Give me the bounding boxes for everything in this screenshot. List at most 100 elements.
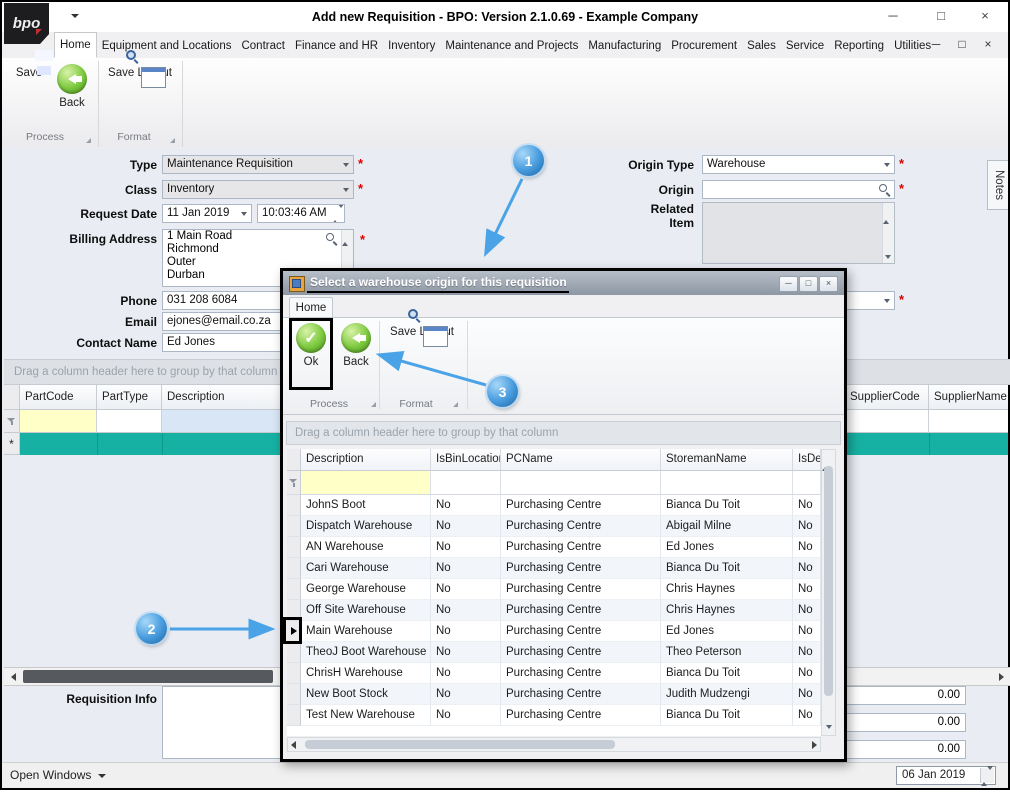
ribbon-tab-finance-and-hr[interactable]: Finance and HR xyxy=(290,34,383,58)
maximize-button[interactable]: □ xyxy=(926,8,956,23)
column-header-parttype[interactable]: PartType xyxy=(97,385,162,410)
chevron-down-icon[interactable] xyxy=(241,212,247,216)
ribbon-minimize-button[interactable]: ─ xyxy=(926,37,946,51)
grid-cell[interactable]: No xyxy=(793,663,821,684)
scroll-down-icon[interactable] xyxy=(826,725,832,729)
dialog-column-isbinlocation[interactable]: IsBinLocation xyxy=(431,449,501,471)
grid-cell[interactable]: Main Warehouse xyxy=(301,621,431,642)
warehouse-row[interactable]: Off Site Warehouse No Purchasing Centre Chr… xyxy=(287,600,821,621)
grid-cell[interactable]: Purchasing Centre xyxy=(501,621,661,642)
scroll-right-icon[interactable] xyxy=(812,741,817,749)
dialog-filter-isbinlocation[interactable] xyxy=(431,471,501,495)
dialog-titlebar[interactable]: Select a warehouse origin for this requi… xyxy=(283,271,844,295)
ribbon-close-button[interactable]: × xyxy=(978,37,998,51)
ribbon-tab-inventory[interactable]: Inventory xyxy=(383,34,440,58)
filter-cell-suppliername[interactable] xyxy=(929,410,1008,433)
grid-cell[interactable]: No xyxy=(431,537,501,558)
grid-cell[interactable]: No xyxy=(793,579,821,600)
date-spin-buttons[interactable] xyxy=(980,766,994,786)
grid-cell[interactable]: No xyxy=(793,495,821,516)
warehouse-row[interactable]: Test New Warehouse No Purchasing Centre Bia… xyxy=(287,705,821,726)
grid-cell[interactable]: No xyxy=(793,642,821,663)
row-indicator[interactable] xyxy=(287,642,301,663)
row-indicator[interactable] xyxy=(287,558,301,579)
quick-access-caret-icon[interactable] xyxy=(71,14,79,18)
grid-cell[interactable]: Purchasing Centre xyxy=(501,684,661,705)
origin-type-combo[interactable]: Warehouse xyxy=(702,155,895,174)
dialog-column-description[interactable]: Description xyxy=(301,449,431,471)
grid-cell[interactable]: No xyxy=(431,558,501,579)
format-group-launcher-icon[interactable] xyxy=(170,138,175,143)
dialog-close-button[interactable]: × xyxy=(819,276,838,292)
grid-cell[interactable]: No xyxy=(793,558,821,579)
request-time-spinner[interactable]: 10:03:46 AM xyxy=(257,204,345,223)
grid-cell[interactable]: Test New Warehouse xyxy=(301,705,431,726)
grid-cell[interactable]: Cari Warehouse xyxy=(301,558,431,579)
grid-cell[interactable]: Ed Jones xyxy=(661,537,793,558)
ribbon-tab-reporting[interactable]: Reporting xyxy=(829,34,889,58)
grid-cell[interactable]: Purchasing Centre xyxy=(501,705,661,726)
grid-cell[interactable]: TheoJ Boot Warehouse xyxy=(301,642,431,663)
request-date-picker[interactable]: 11 Jan 2019 xyxy=(162,204,252,223)
grid-cell[interactable]: Theo Peterson xyxy=(661,642,793,663)
row-indicator[interactable] xyxy=(287,495,301,516)
grid-cell[interactable]: New Boot Stock xyxy=(301,684,431,705)
column-header-partcode[interactable]: PartCode xyxy=(20,385,97,410)
grid-cell[interactable]: Purchasing Centre xyxy=(501,516,661,537)
dialog-back-button[interactable]: Back xyxy=(337,323,375,368)
dialog-tab-home[interactable]: Home xyxy=(289,297,333,317)
grid-cell[interactable]: AN Warehouse xyxy=(301,537,431,558)
warehouse-row[interactable]: AN Warehouse No Purchasing Centre Ed Jones N… xyxy=(287,537,821,558)
grid-cell[interactable]: Purchasing Centre xyxy=(501,579,661,600)
row-indicator[interactable] xyxy=(287,516,301,537)
grid-cell[interactable]: No xyxy=(793,600,821,621)
row-indicator[interactable] xyxy=(287,579,301,600)
ribbon-restore-button[interactable]: □ xyxy=(952,37,972,51)
dialog-column-storemanname[interactable]: StoremanName xyxy=(661,449,793,471)
ribbon-tab-home[interactable]: Home xyxy=(54,32,97,58)
grid-cell[interactable]: Bianca Du Toit xyxy=(661,663,793,684)
filter-cell-parttype[interactable] xyxy=(97,410,162,433)
grid-cell[interactable]: No xyxy=(431,495,501,516)
grid-cell[interactable]: Chris Haynes xyxy=(661,600,793,621)
column-header-suppliername[interactable]: SupplierName xyxy=(929,385,1008,410)
notes-side-tab[interactable]: Notes xyxy=(987,160,1008,210)
grid-cell[interactable]: Judith Mudzengi xyxy=(661,684,793,705)
grid-cell[interactable]: Purchasing Centre xyxy=(501,600,661,621)
warehouse-row[interactable]: Dispatch Warehouse No Purchasing Centre Abi… xyxy=(287,516,821,537)
grid-cell[interactable]: Bianca Du Toit xyxy=(661,705,793,726)
warehouse-row[interactable]: JohnS Boot No Purchasing Centre Bianca Du T… xyxy=(287,495,821,516)
grid-cell[interactable]: Purchasing Centre xyxy=(501,537,661,558)
dialog-column-pcname[interactable]: PCName xyxy=(501,449,661,471)
chevron-down-icon[interactable] xyxy=(884,163,890,167)
dialog-filter-isdefault[interactable] xyxy=(793,471,821,495)
warehouse-row[interactable]: Cari Warehouse No Purchasing Centre Bianca … xyxy=(287,558,821,579)
scroll-right-icon[interactable] xyxy=(994,670,1008,683)
row-indicator[interactable] xyxy=(287,663,301,684)
scroll-up-icon[interactable] xyxy=(883,203,889,224)
grid-cell[interactable]: Purchasing Centre xyxy=(501,558,661,579)
dialog-save-layout-button[interactable]: Save Layout xyxy=(387,309,457,347)
search-icon[interactable] xyxy=(326,233,337,244)
grid-cell[interactable]: ChrisH Warehouse xyxy=(301,663,431,684)
spin-down-icon[interactable] xyxy=(987,766,993,782)
search-icon[interactable] xyxy=(879,184,890,195)
warehouse-row[interactable]: ChrisH Warehouse No Purchasing Centre Bianc… xyxy=(287,663,821,684)
grid-cell[interactable]: No xyxy=(431,663,501,684)
warehouse-row[interactable]: George Warehouse No Purchasing Centre Chris… xyxy=(287,579,821,600)
time-spin-buttons[interactable] xyxy=(332,205,344,222)
grid-cell[interactable]: No xyxy=(431,705,501,726)
open-windows-button[interactable]: Open Windows xyxy=(10,768,91,782)
spin-down-icon[interactable] xyxy=(338,205,344,220)
grid-cell[interactable]: No xyxy=(793,621,821,642)
dialog-process-launcher-icon[interactable] xyxy=(371,402,376,407)
dialog-minimize-button[interactable]: ─ xyxy=(779,276,798,292)
grid-cell[interactable]: Bianca Du Toit xyxy=(661,495,793,516)
grid-cell[interactable]: No xyxy=(793,537,821,558)
ribbon-tab-equipment-and-locations[interactable]: Equipment and Locations xyxy=(97,34,237,58)
filter-cell-partcode[interactable] xyxy=(20,410,97,433)
grid-cell[interactable]: No xyxy=(431,579,501,600)
row-indicator[interactable] xyxy=(287,684,301,705)
grid-cell[interactable]: Purchasing Centre xyxy=(501,495,661,516)
dialog-group-bar[interactable]: Drag a column header here to group by th… xyxy=(286,421,841,445)
